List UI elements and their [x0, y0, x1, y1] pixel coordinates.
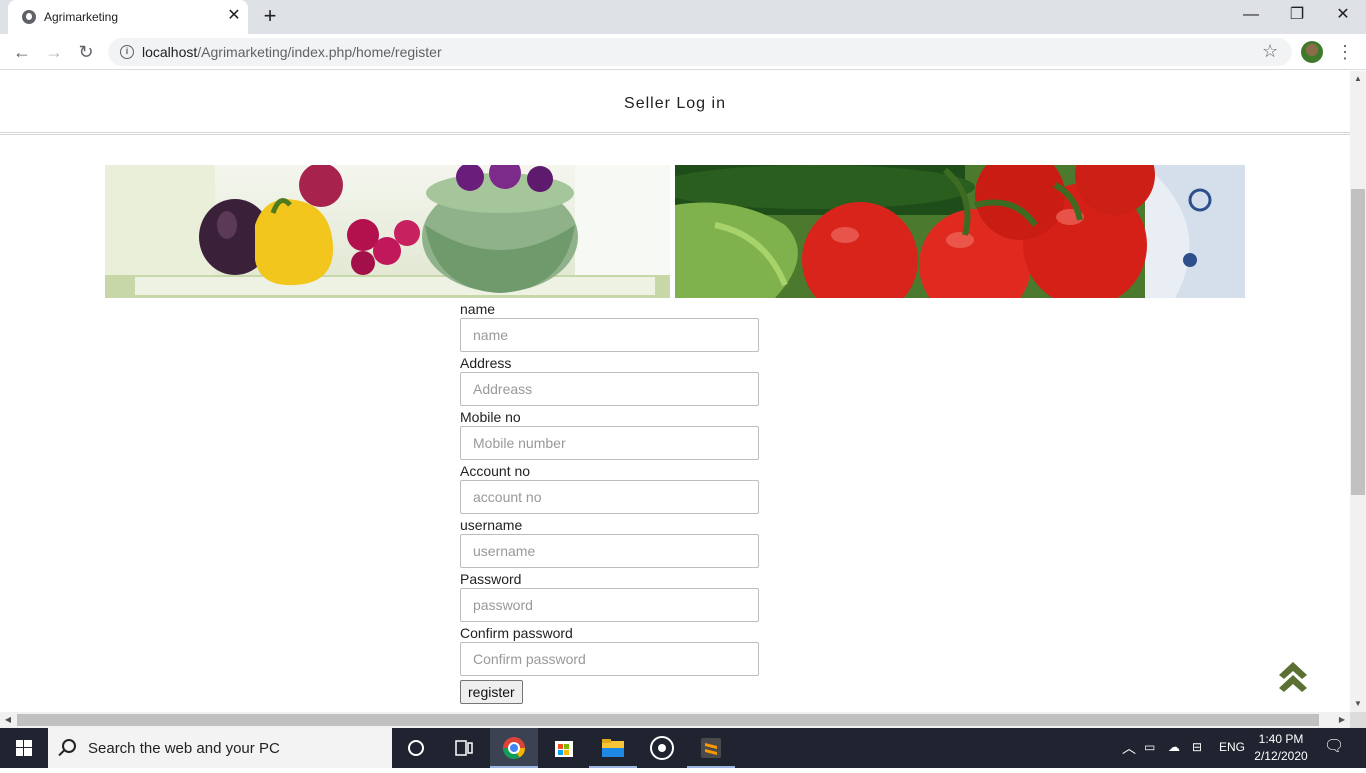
- confirm-password-input[interactable]: [460, 642, 759, 676]
- info-icon[interactable]: i: [120, 45, 134, 59]
- system-clock[interactable]: 1:40 PM 2/12/2020: [1246, 731, 1316, 765]
- scroll-right-arrow-icon[interactable]: ▶: [1334, 712, 1350, 728]
- taskbar-search-box[interactable]: Search the web and your PC: [48, 728, 392, 768]
- cloud-icon[interactable]: ☁: [1168, 740, 1180, 754]
- mobile-input[interactable]: [460, 426, 759, 460]
- seller-register-form: name Address Mobile no Account no userna…: [460, 300, 760, 704]
- task-view-icon[interactable]: [440, 728, 488, 768]
- vertical-scroll-thumb[interactable]: [1351, 189, 1365, 495]
- name-input[interactable]: [460, 318, 759, 352]
- restore-icon[interactable]: ❐: [1274, 0, 1320, 30]
- chrome-taskbar-icon[interactable]: [490, 728, 538, 768]
- scroll-left-arrow-icon[interactable]: ◀: [0, 712, 16, 728]
- password-input[interactable]: [460, 588, 759, 622]
- forward-arrow-icon[interactable]: →: [42, 40, 66, 64]
- battery-icon[interactable]: ▭: [1144, 740, 1155, 754]
- scroll-to-top-icon[interactable]: [1276, 659, 1310, 693]
- windows-start-icon[interactable]: [0, 728, 48, 768]
- page-header: Seller Log in: [0, 71, 1350, 135]
- browser-tab[interactable]: Agrimarketing ✕: [8, 0, 248, 34]
- scroll-up-arrow-icon[interactable]: ▲: [1350, 71, 1366, 87]
- page-viewport: Seller Log in name name Address Addreass…: [0, 71, 1350, 712]
- store-icon[interactable]: [540, 728, 588, 768]
- address-input[interactable]: [460, 372, 759, 406]
- account-label: Account no: [460, 463, 531, 479]
- media-app-icon[interactable]: [638, 728, 686, 768]
- taskbar: Search the web and your PC ︿ ▭ ☁ ⊟ ENG 1…: [0, 728, 1366, 768]
- page-title: Seller Log in: [624, 95, 726, 112]
- language-indicator[interactable]: ENG: [1219, 740, 1245, 754]
- sublime-text-icon[interactable]: [687, 728, 735, 768]
- clock-date: 2/12/2020: [1254, 749, 1308, 763]
- mobile-label: Mobile no: [460, 409, 521, 425]
- browser-toolbar: ← → ↻ i localhost/Agrimarketing/index.ph…: [0, 34, 1366, 70]
- cortana-icon[interactable]: [392, 728, 440, 768]
- account-input[interactable]: [460, 480, 759, 514]
- banner-image-tomatoes: [675, 165, 1245, 298]
- scrollbar-corner: [1350, 712, 1366, 728]
- back-arrow-icon[interactable]: ←: [10, 40, 34, 64]
- new-tab-button[interactable]: +: [258, 5, 282, 29]
- tray-chevron-up-icon[interactable]: ︿: [1122, 738, 1136, 758]
- password-label: Password: [460, 571, 522, 587]
- reload-icon[interactable]: ↻: [74, 40, 98, 64]
- vegetables-illustration: [105, 165, 670, 298]
- minimize-icon[interactable]: —: [1228, 0, 1274, 30]
- username-label: username: [460, 517, 523, 533]
- profile-avatar[interactable]: [1301, 41, 1323, 63]
- username-input[interactable]: [460, 534, 759, 568]
- address-label: Address: [460, 355, 512, 371]
- url-text[interactable]: localhost/Agrimarketing/index.php/home/r…: [142, 44, 442, 60]
- confirm-password-label: Confirm password: [460, 625, 573, 641]
- network-icon[interactable]: ⊟: [1192, 740, 1202, 754]
- banner-image-vegetables: [105, 165, 670, 298]
- url-host: localhost: [142, 44, 198, 60]
- globe-icon: [22, 10, 36, 24]
- horizontal-scrollbar[interactable]: ◀ ▶: [0, 712, 1350, 728]
- close-window-icon[interactable]: ✕: [1320, 0, 1366, 30]
- taskbar-search-text: Search the web and your PC: [88, 740, 280, 757]
- register-button[interactable]: register: [460, 680, 523, 704]
- url-path: /Agrimarketing/index.php/home/register: [197, 44, 442, 60]
- notifications-icon[interactable]: 🗨: [1324, 736, 1344, 756]
- file-explorer-icon[interactable]: [589, 728, 637, 768]
- clock-time: 1:40 PM: [1258, 732, 1304, 746]
- tomatoes-illustration: [675, 165, 1245, 298]
- tab-close-icon[interactable]: ✕: [224, 6, 244, 26]
- tab-strip: Agrimarketing ✕ + — ❐ ✕: [0, 0, 1366, 34]
- search-icon: [62, 739, 76, 753]
- horizontal-scroll-thumb[interactable]: [17, 714, 1319, 726]
- tab-title: Agrimarketing: [44, 10, 119, 24]
- scroll-down-arrow-icon[interactable]: ▼: [1350, 696, 1366, 712]
- name-label: name: [460, 301, 496, 317]
- bookmark-star-icon[interactable]: ☆: [1262, 41, 1278, 62]
- kebab-menu-icon[interactable]: ⋮: [1336, 40, 1354, 64]
- vertical-scrollbar[interactable]: ▲ ▼: [1350, 71, 1366, 712]
- address-bar[interactable]: i localhost/Agrimarketing/index.php/home…: [108, 38, 1292, 66]
